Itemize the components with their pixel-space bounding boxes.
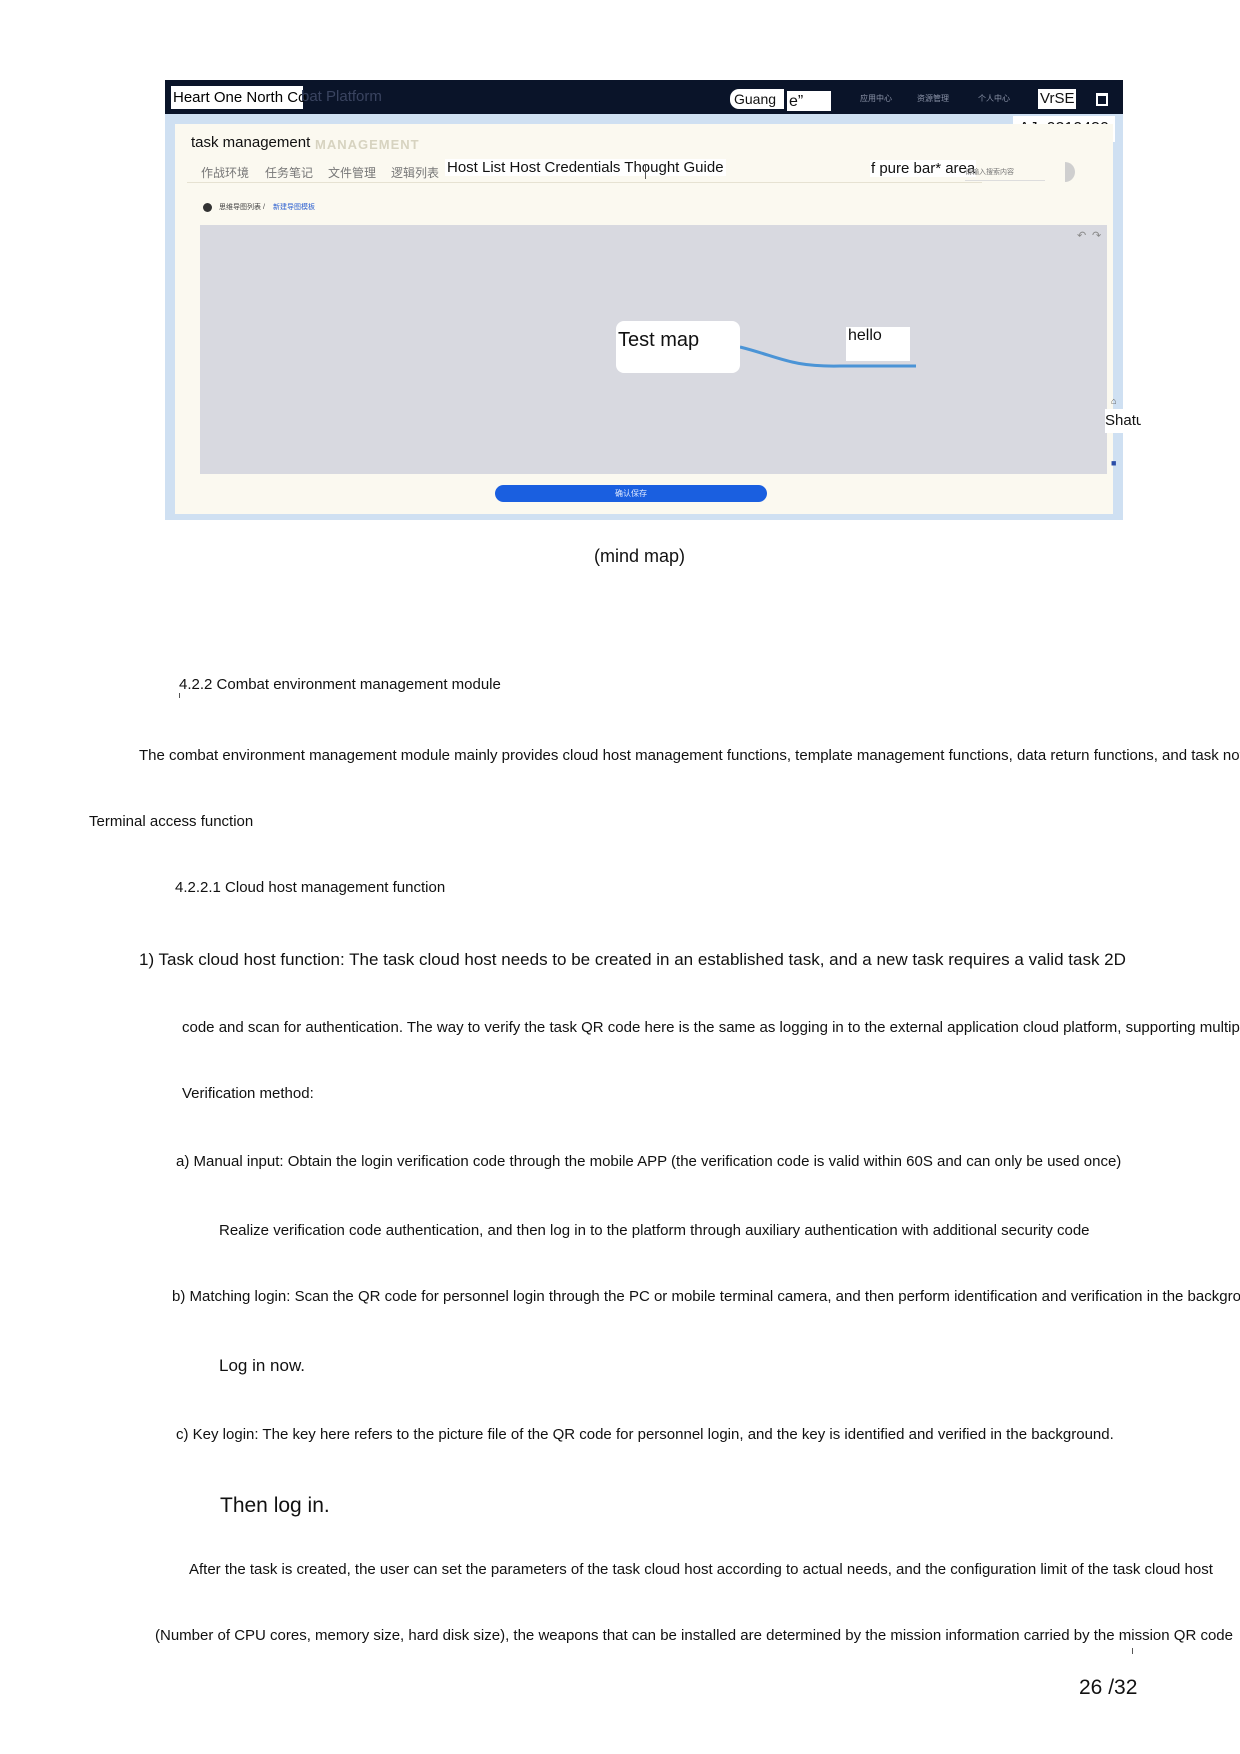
host-tabs-overlay[interactable]: Host List Host Credentials Thought Guide [445, 159, 726, 176]
top-menu-item[interactable]: 资源管理 [917, 93, 949, 104]
body-paragraph: (Number of CPU cores, memory size, hard … [155, 1627, 1233, 1644]
location-selector[interactable]: Guang [730, 89, 784, 109]
list-item: a) Manual input: Obtain the login verifi… [176, 1153, 1122, 1170]
scan-mark [179, 693, 180, 698]
tab-combat-environment[interactable]: 作战环境 [201, 164, 249, 181]
body-paragraph: code and scan for authentication. The wa… [182, 1019, 1240, 1036]
tab-file-management[interactable]: 文件管理 [328, 164, 376, 181]
top-menu-item[interactable]: 应用中心 [860, 93, 892, 104]
confirm-save-label: 确认保存 [615, 489, 647, 498]
body-paragraph: Verification method: [182, 1085, 314, 1102]
scan-mark [1132, 1648, 1133, 1654]
side-tool-label[interactable]: Shatu [1105, 409, 1141, 433]
body-paragraph: Realize verification code authentication… [219, 1222, 1090, 1239]
logout-icon[interactable] [1096, 93, 1108, 106]
body-paragraph: Log in now. [219, 1356, 306, 1375]
search-button[interactable] [1065, 162, 1075, 182]
text-cursor [645, 164, 646, 179]
mind-map-child-node[interactable]: hello [846, 327, 910, 361]
list-item: 1) Task cloud host function: The task cl… [139, 950, 1126, 969]
home-icon[interactable]: ⌂ [1111, 396, 1116, 406]
section-heading: 4.2.2 Combat environment management modu… [179, 676, 501, 693]
list-item: c) Key login: The key here refers to the… [176, 1426, 1114, 1443]
subsection-heading: 4.2.2.1 Cloud host management function [175, 879, 446, 896]
confirm-save-button[interactable]: 确认保存 [495, 485, 767, 502]
breadcrumb-parent[interactable]: 思维导图列表 / [219, 202, 265, 212]
body-paragraph: After the task is created, the user can … [189, 1561, 1213, 1578]
panel-title: task management [191, 134, 311, 151]
figure-caption: (mind map) [594, 546, 686, 566]
location-suffix: e” [787, 91, 831, 111]
tab-logic-list[interactable]: 逻辑列表 [391, 164, 439, 181]
task-management-panel: task management MANAGEMENT 作战环境 任务笔记 文件管… [175, 124, 1141, 514]
top-menu-item[interactable]: 个人中心 [978, 93, 1010, 104]
mind-map-screenshot: Heart One North Co bat Platform Guang e”… [165, 80, 1141, 520]
search-area-label: f pure bar* area [870, 160, 977, 177]
mind-map-canvas[interactable]: ↶ ↷ Test map hello ⌂ Shatu ■ [200, 225, 1141, 474]
breadcrumb-icon [203, 203, 212, 212]
search-input[interactable] [965, 164, 1045, 181]
body-paragraph: Terminal access function [89, 813, 254, 830]
tab-divider [187, 182, 982, 183]
mind-map-root-node[interactable]: Test map [616, 321, 740, 373]
page-number: 26 /32 [1079, 1676, 1138, 1699]
user-label[interactable]: VrSE [1038, 89, 1076, 109]
platform-brand-faded: bat Platform [301, 88, 382, 105]
tab-task-notes[interactable]: 任务笔记 [265, 164, 313, 181]
body-paragraph: Then log in. [220, 1494, 330, 1517]
top-navigation-bar: Heart One North Co bat Platform Guang e”… [165, 80, 1123, 114]
breadcrumb-current: 新建导图模板 [273, 204, 315, 211]
fit-view-icon[interactable]: ■ [1111, 458, 1116, 468]
platform-brand[interactable]: Heart One North Co [171, 86, 306, 109]
body-paragraph: The combat environment management module… [139, 747, 1240, 764]
panel-title-watermark: MANAGEMENT [315, 137, 420, 152]
list-item: b) Matching login: Scan the QR code for … [172, 1288, 1240, 1305]
